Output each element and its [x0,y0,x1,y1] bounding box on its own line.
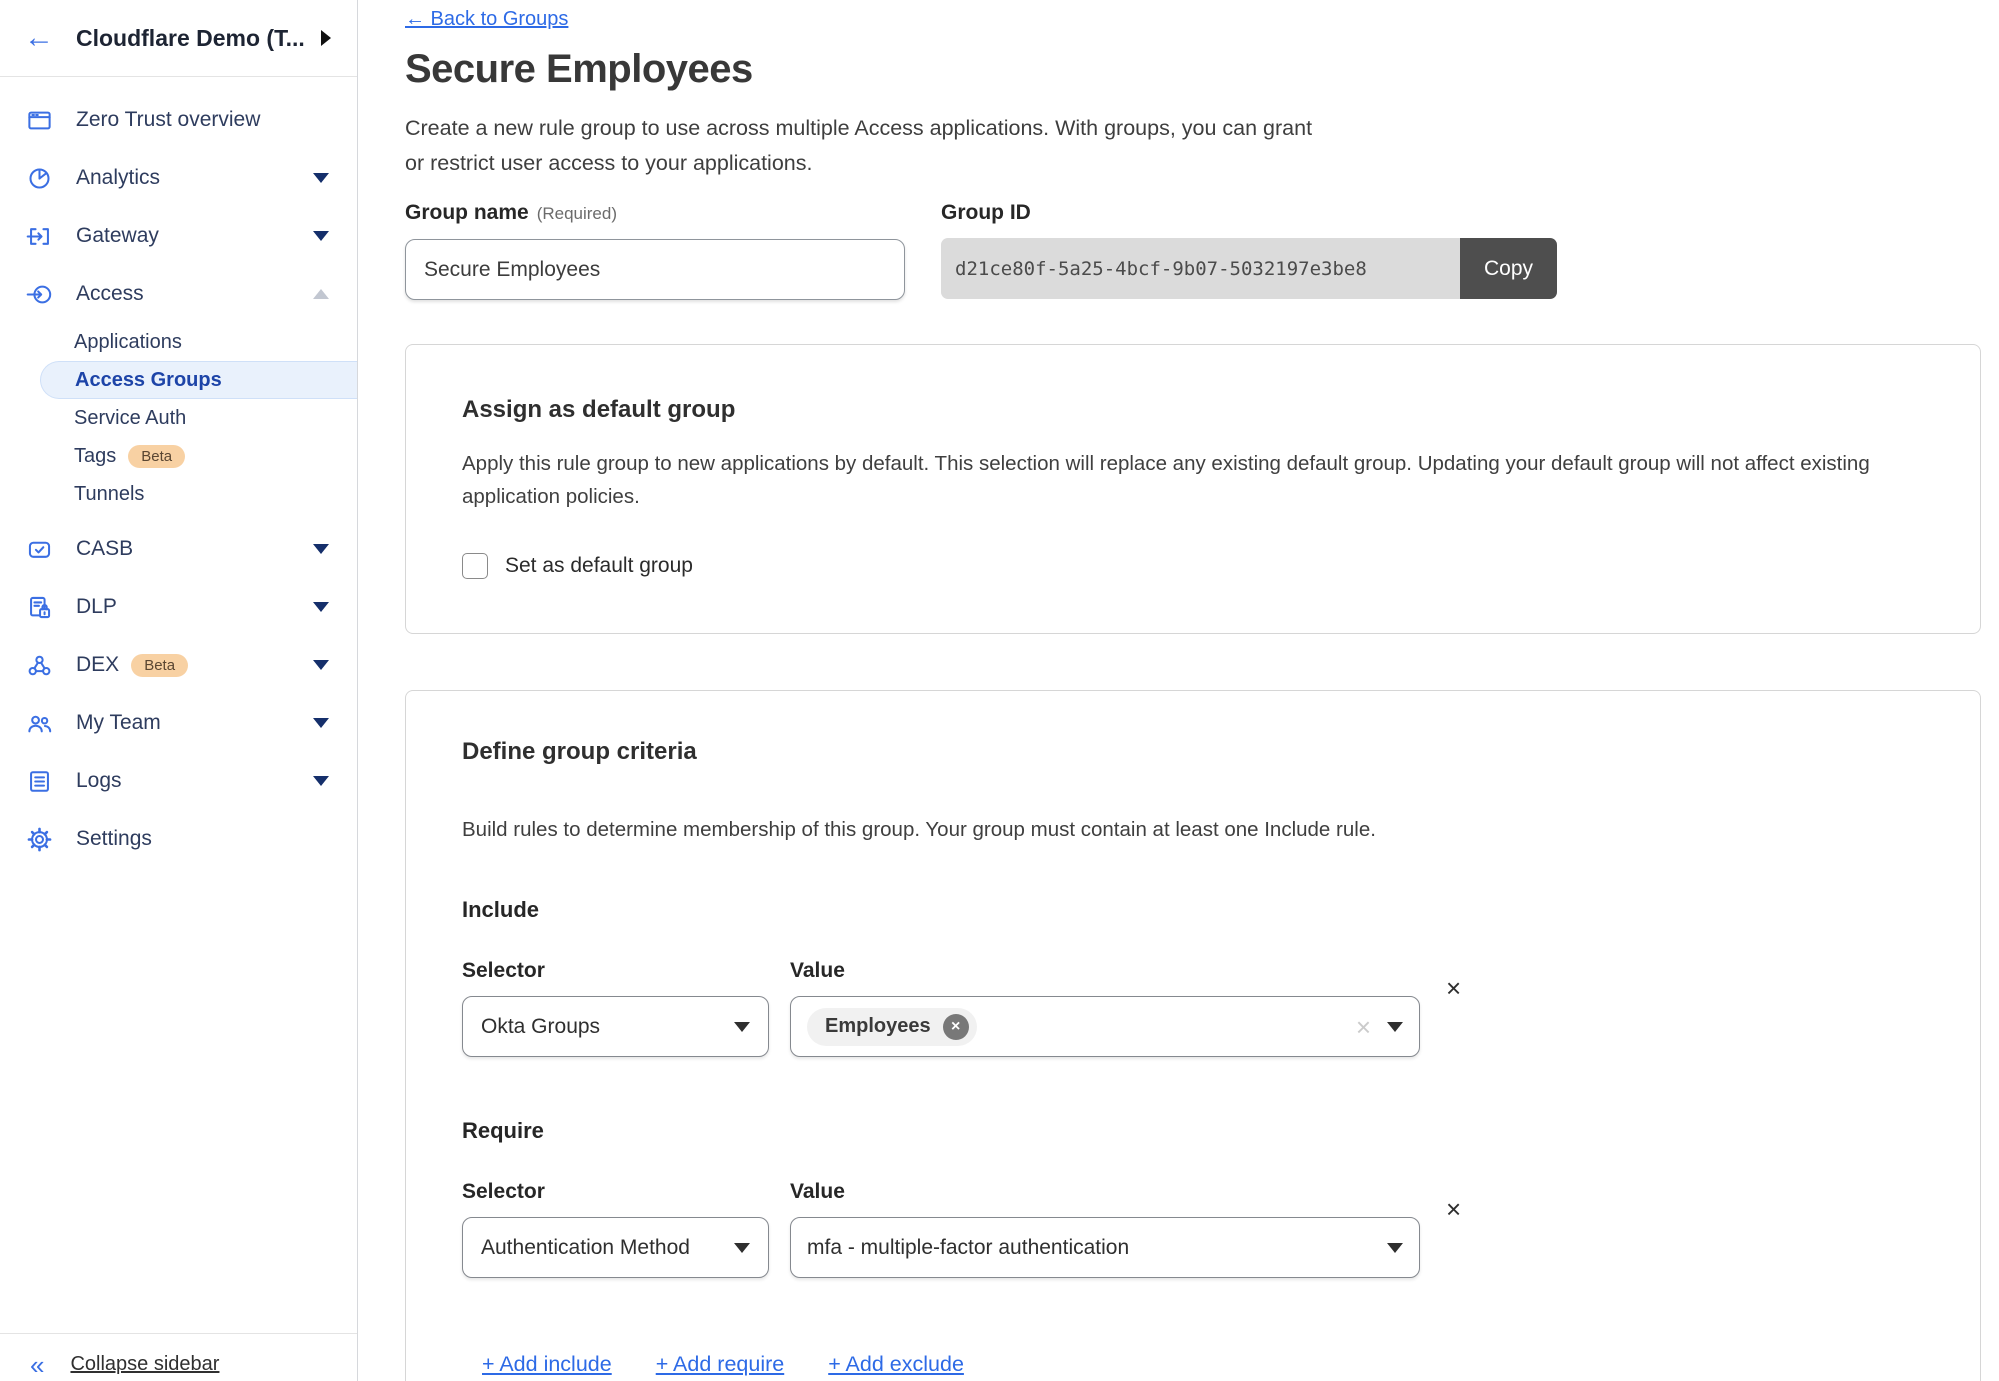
chevron-up-icon[interactable] [313,289,329,299]
sidebar-header: ← Cloudflare Demo (T... [0,0,357,77]
gateway-icon [26,223,53,250]
criteria-card: Define group criteria Build rules to det… [405,690,1981,1381]
collapse-sidebar-button[interactable]: « Collapse sidebar [0,1333,357,1381]
sidebar-nav: Zero Trust overview Analytics Gateway [0,77,357,868]
chevron-down-icon [1387,1022,1403,1032]
access-subnav: Applications Access Groups Service Auth … [0,323,357,513]
group-id-label: Group ID [941,200,1557,226]
add-require-link[interactable]: + Add require [656,1352,785,1377]
group-name-input[interactable] [405,239,905,300]
sidebar-item-logs[interactable]: Logs [0,752,357,810]
back-arrow-icon[interactable]: ← [24,23,54,53]
sidebar-item-access[interactable]: Access [0,265,357,323]
require-selector-label: Selector [462,1179,769,1205]
criteria-card-body: Build rules to determine membership of t… [462,813,1924,846]
default-group-card-title: Assign as default group [462,395,1924,425]
chevron-down-icon [734,1243,750,1253]
app-root: ← Cloudflare Demo (T... Zero Trust overv… [0,0,1999,1381]
sidebar-item-settings[interactable]: Settings [0,810,357,868]
include-selector-dropdown[interactable]: Okta Groups [462,996,769,1057]
include-value-multiselect[interactable]: Employees × × [790,996,1420,1057]
window-icon [26,107,53,134]
group-name-label: Group name [405,201,529,224]
require-value-label: Value [790,1179,1420,1205]
sidebar-item-zero-trust-overview[interactable]: Zero Trust overview [0,91,357,149]
require-rule-row: Selector Authentication Method Value mfa… [462,1179,1924,1278]
group-id-field: Group ID d21ce80f-5a25-4bcf-9b07-5032197… [941,200,1557,300]
group-name-field: Group name (Required) [405,200,905,300]
sidebar: ← Cloudflare Demo (T... Zero Trust overv… [0,0,358,1381]
sidebar-item-casb[interactable]: CASB [0,520,357,578]
sidebar-item-my-team[interactable]: My Team [0,694,357,752]
page-description: Create a new rule group to use across mu… [405,111,1981,180]
include-heading: Include [462,896,1924,924]
copy-button[interactable]: Copy [1460,238,1557,299]
access-icon [26,281,53,308]
default-group-card: Assign as default group Apply this rule … [405,344,1981,634]
employees-chip: Employees × [807,1008,977,1046]
chevron-down-icon[interactable] [313,602,329,612]
set-default-checkbox[interactable] [462,553,488,579]
page-title: Secure Employees [405,45,1981,93]
sidebar-item-tunnels[interactable]: Tunnels [0,475,357,513]
pie-chart-icon [26,165,53,192]
sidebar-item-gateway[interactable]: Gateway [0,207,357,265]
chip-remove-icon[interactable]: × [943,1014,969,1040]
main-content: ← Back to Groups Secure Employees Create… [358,0,1999,1381]
require-value-dropdown[interactable]: mfa - multiple-factor authentication [790,1217,1420,1278]
document-lock-icon [26,594,53,621]
clear-values-icon[interactable]: × [1356,1014,1371,1040]
default-group-card-body: Apply this rule group to new application… [462,447,1924,513]
chevron-down-icon[interactable] [313,660,329,670]
include-selector-label: Selector [462,958,769,984]
sidebar-item-service-auth[interactable]: Service Auth [0,399,357,437]
include-rule-row: Selector Okta Groups Value Employees × [462,958,1924,1057]
criteria-card-title: Define group criteria [462,737,1924,767]
cluster-icon [26,652,53,679]
group-form-row: Group name (Required) Group ID d21ce80f-5… [405,200,1981,300]
sidebar-item-dex[interactable]: DEX Beta [0,636,357,694]
remove-include-rule-icon[interactable]: × [1446,958,1461,1019]
sidebar-item-dlp[interactable]: DLP [0,578,357,636]
chevron-down-icon[interactable] [313,173,329,183]
sidebar-item-tags[interactable]: Tags Beta [0,437,357,475]
casb-icon [26,536,53,563]
remove-require-rule-icon[interactable]: × [1446,1179,1461,1240]
team-icon [26,710,53,737]
required-hint: (Required) [537,204,617,223]
logs-icon [26,768,53,795]
beta-badge: Beta [128,445,185,468]
sidebar-item-applications[interactable]: Applications [0,323,357,361]
add-include-link[interactable]: + Add include [482,1352,612,1377]
account-title: Cloudflare Demo (T... [76,25,311,52]
chevron-down-icon [1387,1243,1403,1253]
chevron-down-icon[interactable] [313,776,329,786]
double-chevron-left-icon: « [30,1355,44,1375]
beta-badge: Beta [131,654,188,677]
set-default-label: Set as default group [505,554,693,578]
include-value-label: Value [790,958,1420,984]
gear-icon [26,826,53,853]
group-id-value: d21ce80f-5a25-4bcf-9b07-5032197e3be8 [941,238,1460,299]
back-to-groups-link[interactable]: ← Back to Groups [405,8,568,31]
chevron-down-icon[interactable] [313,231,329,241]
chevron-down-icon[interactable] [313,544,329,554]
chevron-down-icon[interactable] [313,718,329,728]
add-exclude-link[interactable]: + Add exclude [828,1352,964,1377]
sidebar-item-analytics[interactable]: Analytics [0,149,357,207]
sidebar-item-access-groups[interactable]: Access Groups [40,361,357,399]
chevron-down-icon [734,1022,750,1032]
require-heading: Require [462,1117,1924,1145]
expand-account-icon[interactable] [321,30,331,46]
add-rule-links: + Add include + Add require + Add exclud… [482,1352,1924,1377]
require-selector-dropdown[interactable]: Authentication Method [462,1217,769,1278]
